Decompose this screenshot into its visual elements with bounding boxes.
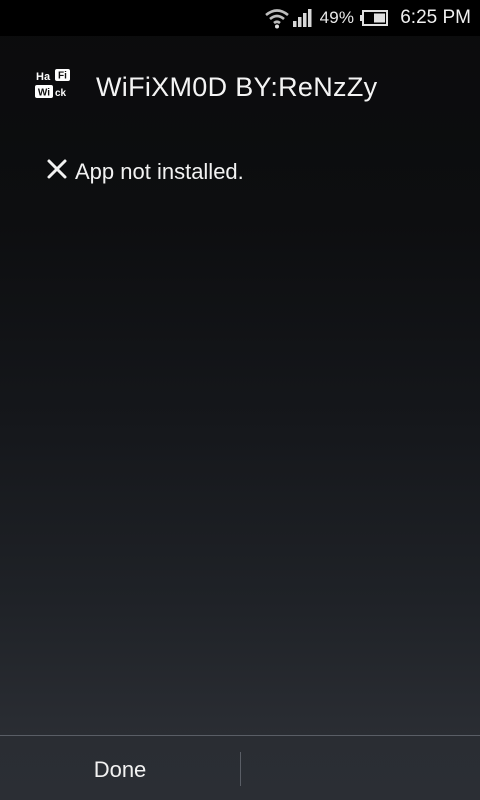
install-result-screen: 49% 6:25 PM Fi Ha Wi ck WiFiXM0D BY:ReNz… bbox=[0, 0, 480, 800]
cell-signal-icon bbox=[292, 8, 320, 28]
app-title: WiFiXM0D BY:ReNzZy bbox=[96, 72, 378, 102]
status-text: App not installed. bbox=[75, 158, 244, 184]
wifi-icon bbox=[264, 7, 292, 29]
battery-icon bbox=[360, 10, 400, 26]
app-title-bar: Fi Ha Wi ck WiFiXM0D BY:ReNzZy bbox=[0, 56, 480, 120]
empty-button-slot bbox=[241, 736, 480, 800]
app-icon-text-ha: Ha bbox=[36, 71, 51, 83]
app-icon-text-fi: Fi bbox=[58, 71, 67, 82]
hafi-wick-app-icon: Fi Ha Wi ck bbox=[34, 68, 74, 102]
status-bar: 49% 6:25 PM bbox=[0, 0, 480, 36]
done-button[interactable]: Done bbox=[0, 736, 240, 800]
battery-percent: 49% bbox=[319, 8, 355, 27]
status-clock: 6:25 PM bbox=[400, 7, 471, 28]
bottom-action-bar: Done bbox=[0, 735, 480, 800]
close-x-icon bbox=[46, 158, 75, 185]
app-icon-text-ck: ck bbox=[55, 88, 67, 99]
install-status-message: App not installed. bbox=[46, 158, 244, 185]
app-icon-text-wi: Wi bbox=[38, 88, 50, 99]
